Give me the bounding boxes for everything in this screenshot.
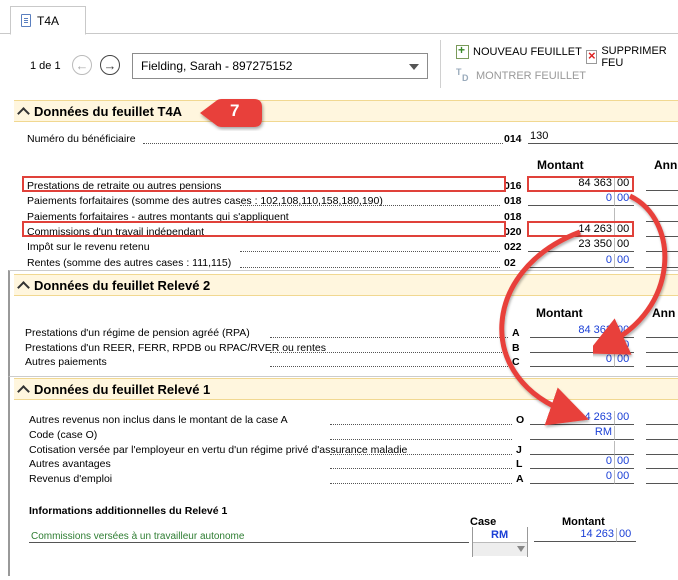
delete-sheet-icon xyxy=(586,48,598,64)
arrow-right-icon: → xyxy=(103,57,117,73)
releve1-amount-input[interactable]: 0 xyxy=(530,455,614,470)
additional-amount-header: Montant xyxy=(562,516,605,528)
flow-arrows xyxy=(499,193,668,426)
document-icon xyxy=(21,14,31,27)
leader-dots xyxy=(270,366,508,367)
releve1-year-input[interactable] xyxy=(646,441,678,455)
beneficiary-value: 130 xyxy=(530,130,549,142)
additional-amount: 14 263 xyxy=(580,528,614,540)
t4a-amount-header: Montant xyxy=(537,158,584,172)
delete-sheet-label: SUPPRIMER FEU xyxy=(601,45,667,69)
releve1-cents-value: 00 xyxy=(617,455,630,468)
new-sheet-label: NOUVEAU FEUILLET xyxy=(473,46,582,58)
releve1-row-label: Revenus d'emploi xyxy=(29,473,113,486)
releve2-row-label: Prestations d'un régime de pension agréé… xyxy=(25,327,250,339)
t4a-row-label: Impôt sur le revenu retenu xyxy=(27,241,150,254)
additional-cents: 00 xyxy=(619,528,632,540)
releve1-row-code: L xyxy=(516,458,523,471)
releve1-row-code: A xyxy=(516,473,524,486)
beneficiary-label: Numéro du bénéficiaire xyxy=(27,133,136,145)
tab-t4a[interactable]: T4A xyxy=(10,6,86,35)
chevron-up-icon xyxy=(17,107,30,120)
step-badge-number: 7 xyxy=(230,101,240,120)
additional-case-value: RM xyxy=(491,529,509,541)
delete-sheet-button[interactable]: SUPPRIMER FEU xyxy=(586,45,678,69)
releve1-year-input[interactable] xyxy=(646,455,678,470)
additional-row-line xyxy=(29,542,469,543)
new-sheet-button[interactable]: NOUVEAU FEUILLET xyxy=(456,43,582,59)
leader-dots xyxy=(240,266,500,268)
beneficiary-code: 014 xyxy=(504,133,522,145)
beneficiary-input[interactable]: 130 xyxy=(528,130,678,144)
releve1-cents-input[interactable]: 00 xyxy=(614,455,634,470)
t4a-section-title: Données du feuillet T4A xyxy=(34,103,183,119)
releve1-row-label: Autres avantages xyxy=(29,458,111,471)
releve2-row-label: Autres paiements xyxy=(25,356,107,368)
toolbar-divider xyxy=(440,40,441,88)
tab-label: T4A xyxy=(37,13,60,28)
t4a-row-label: Rentes (somme des autres cases : 111,115… xyxy=(27,256,232,269)
chevron-down-icon xyxy=(409,64,419,70)
chevron-up-icon xyxy=(17,385,30,398)
leader-dots xyxy=(330,453,512,455)
releve1-year-input[interactable] xyxy=(646,470,678,485)
show-sheet-label: MONTRER FEUILLET xyxy=(476,70,587,82)
additional-amount-cell[interactable]: 14 263 xyxy=(534,528,616,542)
leader-dots xyxy=(270,351,508,353)
releve1-amount-value: 0 xyxy=(605,455,612,468)
t4a-year-header: Ann xyxy=(654,158,678,172)
releve1-amount-input[interactable] xyxy=(530,441,614,455)
releve1-cents-value: 00 xyxy=(617,470,630,483)
show-sheet-button[interactable]: TD MONTRER FEUILLET xyxy=(456,67,587,83)
leader-dots xyxy=(330,483,512,485)
leader-dots xyxy=(143,143,503,144)
releve1-amount-value: 0 xyxy=(605,470,612,483)
releve1-section-title: Données du feuillet Relevé 1 xyxy=(34,381,211,397)
show-sheet-icon: TD xyxy=(456,67,469,83)
releve1-cents-input[interactable] xyxy=(614,440,634,455)
leader-dots xyxy=(240,251,500,253)
pager-text: 1 de 1 xyxy=(30,60,61,72)
releve1-amount-input[interactable]: 0 xyxy=(530,470,614,485)
leader-dots xyxy=(330,468,512,470)
releve1-row-code: J xyxy=(516,443,522,456)
previous-button[interactable]: ← xyxy=(72,55,92,75)
releve1-row-label: Autres revenus non inclus dans le montan… xyxy=(29,414,288,426)
t4a-section-header[interactable]: Données du feuillet T4A xyxy=(14,100,678,122)
additional-info-title: Informations additionnelles du Relevé 1 xyxy=(29,505,228,517)
highlight-box xyxy=(22,221,506,237)
next-button[interactable]: → xyxy=(100,55,120,75)
arrow-left-icon: ← xyxy=(75,57,89,73)
tab-strip xyxy=(0,0,678,34)
highlight-box xyxy=(22,176,506,192)
toolbar: 1 de 1 ← → Fielding, Sarah - 897275152 N… xyxy=(0,35,678,95)
leader-dots xyxy=(240,205,500,207)
additional-row-label: Commissions versées à un travailleur aut… xyxy=(31,531,245,542)
leader-dots xyxy=(330,438,512,440)
chevron-up-icon xyxy=(17,281,30,294)
leader-dots xyxy=(270,337,508,338)
additional-cents-cell[interactable]: 00 xyxy=(616,528,636,542)
add-sheet-icon xyxy=(456,43,469,59)
releve1-row-label: Code (case O) xyxy=(29,428,98,441)
releve1-cents-input[interactable]: 00 xyxy=(614,470,634,485)
slip-selector-value: Fielding, Sarah - 897275152 xyxy=(141,59,293,73)
releve2-section-title: Données du feuillet Relevé 2 xyxy=(34,277,211,293)
slip-selector[interactable]: Fielding, Sarah - 897275152 xyxy=(132,53,428,79)
additional-case-cell[interactable]: RM xyxy=(472,527,528,557)
chevron-down-icon xyxy=(517,546,525,552)
